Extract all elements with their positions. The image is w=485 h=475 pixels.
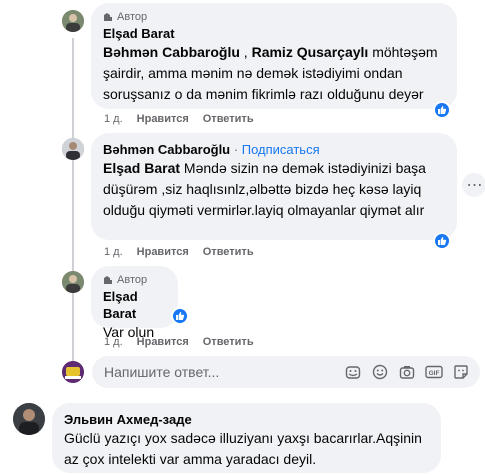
mention-link[interactable]: Bəhmən Cabbaroğlu <box>103 44 240 60</box>
comment-time[interactable]: 1 д. <box>104 246 123 258</box>
like-button[interactable]: Нравится <box>137 336 189 348</box>
avatar[interactable] <box>62 271 84 293</box>
like-reaction-icon[interactable] <box>433 232 451 250</box>
avatar[interactable] <box>13 403 45 435</box>
reply-button[interactable]: Ответить <box>203 336 254 348</box>
comment-actions: 1 д. Нравится Ответить <box>104 246 254 258</box>
reply-button[interactable]: Ответить <box>203 246 254 258</box>
comment-author[interactable]: Elşad Barat <box>103 288 166 322</box>
reply-box: GIF <box>92 356 480 388</box>
gif-icon[interactable]: GIF <box>425 363 443 381</box>
comment-author[interactable]: Elşad Barat <box>103 25 445 42</box>
reply-thread-line <box>72 38 74 366</box>
author-badge-icon <box>104 13 112 21</box>
more-options-icon[interactable]: ⋯ <box>462 173 485 197</box>
emoji-icon[interactable] <box>371 363 389 381</box>
reply-button[interactable]: Ответить <box>203 113 254 125</box>
author-badge: Автор <box>103 274 166 286</box>
comment-bubble: Автор Elşad Barat Bəhmən Cabbaroğlu , Ra… <box>91 3 457 109</box>
author-dot: · <box>233 142 239 157</box>
avatar[interactable] <box>62 10 84 32</box>
like-button[interactable]: Нравится <box>137 113 189 125</box>
like-button[interactable]: Нравится <box>137 246 189 258</box>
sticker-icon[interactable] <box>344 363 362 381</box>
comment-actions: 1 д. Нравится Ответить <box>104 336 254 348</box>
comment-author[interactable]: Эльвин Ахмед-заде <box>64 411 429 428</box>
comment-text-segment: möhtəşəm <box>368 44 438 60</box>
like-reaction-icon[interactable] <box>433 101 451 119</box>
like-reaction-icon[interactable] <box>171 307 189 325</box>
comment-author[interactable]: Bəhmən Cabbaroğlu <box>103 142 230 157</box>
camera-icon[interactable] <box>398 363 416 381</box>
avatar-sticker-icon[interactable] <box>452 363 470 381</box>
svg-text:GIF: GIF <box>429 370 440 377</box>
comment-author-row: Bəhmən Cabbaroğlu · Подписаться <box>103 141 445 158</box>
reply-input[interactable] <box>104 364 344 380</box>
comment-bubble: Автор Elşad Barat Var olun <box>91 266 178 340</box>
avatar[interactable] <box>62 138 84 160</box>
comment-text: Güclü yazıçı yox sadəcə illuziyanı yaxşı… <box>64 430 422 467</box>
comment-bubble: Bəhmən Cabbaroğlu · Подписаться Elşad Ba… <box>91 133 457 240</box>
current-user-avatar[interactable] <box>62 361 84 383</box>
author-badge-label: Автор <box>117 274 148 286</box>
author-badge: Автор <box>103 11 445 23</box>
author-badge-icon <box>104 276 112 284</box>
comment-text-segment: şairdir, amma mənim nə demək istədiyimi … <box>103 65 424 102</box>
subscribe-link[interactable]: Подписаться <box>242 142 320 157</box>
mention-link[interactable]: Ramiz Qusarçaylı <box>252 44 369 60</box>
comment-bubble: Эльвин Ахмед-заде Güclü yazıçı yox sadəc… <box>52 403 441 473</box>
comment-time[interactable]: 1 д. <box>104 336 123 348</box>
comment-actions: 1 д. Нравится Ответить <box>104 113 254 125</box>
comment-time[interactable]: 1 д. <box>104 113 123 125</box>
comment-text: Bəhmən Cabbaroğlu , Ramiz Qusarçaylı möh… <box>103 42 445 105</box>
mention-separator: , <box>243 44 248 60</box>
mention-link[interactable]: Elşad Barat <box>103 160 180 176</box>
comment-text: Elşad Barat Məndə sizin nə demək istədiy… <box>103 158 445 221</box>
author-badge-label: Автор <box>117 11 148 23</box>
reply-toolbar: GIF <box>344 363 470 381</box>
